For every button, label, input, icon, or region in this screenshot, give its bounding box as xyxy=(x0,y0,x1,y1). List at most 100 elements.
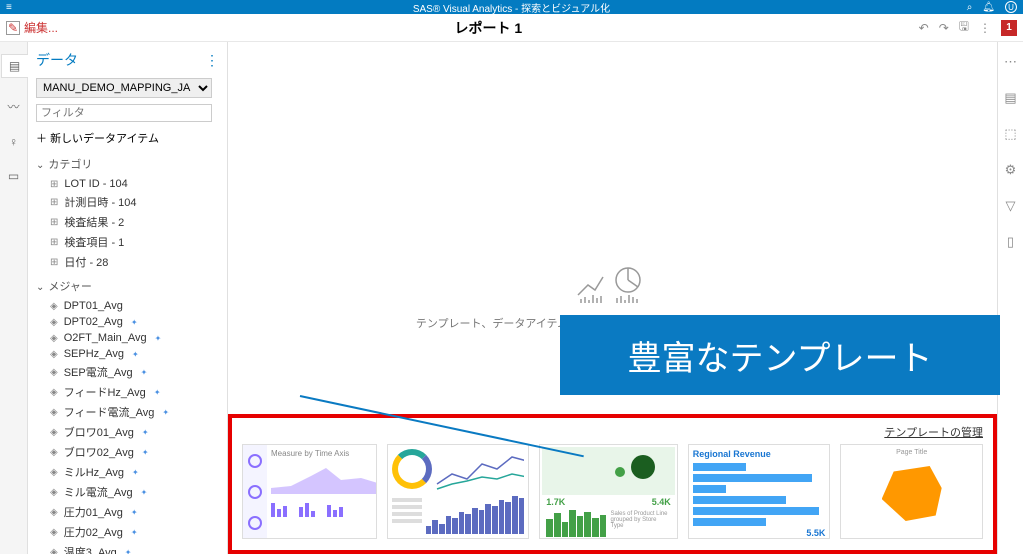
filter-icon[interactable]: ▽ xyxy=(1006,198,1016,214)
measure-icon: ◈ xyxy=(50,333,58,344)
category-item[interactable]: ⊞ 計測日時 - 104 xyxy=(36,192,219,212)
template4-val: 5.5K xyxy=(693,528,826,538)
notification-badge[interactable]: 1 xyxy=(1001,20,1017,36)
measure-item[interactable]: ◈ブロワ02_Avg✦ xyxy=(36,442,219,462)
measure-icon: ◈ xyxy=(50,387,58,398)
ranks-icon[interactable]: ▯ xyxy=(1007,234,1014,250)
template4-title: Regional Revenue xyxy=(693,449,826,459)
save-icon[interactable]: 🖫 xyxy=(959,17,969,38)
data-tab-icon[interactable]: ▤ xyxy=(1,54,28,78)
measure-item[interactable]: ◈ミルHz_Avg✦ xyxy=(36,462,219,482)
category-group-header[interactable]: カテゴリ xyxy=(36,156,219,172)
measure-icon: ◈ xyxy=(50,507,58,518)
actions-icon[interactable]: ⚙ xyxy=(1005,162,1017,178)
options-icon[interactable]: ⋯ xyxy=(1004,54,1017,70)
category-icon: ⊞ xyxy=(50,237,58,248)
measure-icon: ◈ xyxy=(50,317,58,328)
measure-item[interactable]: ◈O2FT_Main_Avg✦ xyxy=(36,330,219,346)
template-card-3[interactable]: 1.7K 5.4K Sales of Product Linegrouped b… xyxy=(539,444,678,539)
drop-placeholder-icon xyxy=(573,265,653,305)
search-icon[interactable]: ⌕ xyxy=(967,2,973,13)
template-carousel: テンプレートの管理 Measure by Time Axis xyxy=(228,414,997,554)
measure-item[interactable]: ◈ 圧力01_Avg ✦ xyxy=(36,502,219,522)
new-data-item[interactable]: ＋ 新しいデータアイテム xyxy=(36,130,219,146)
measure-group-header[interactable]: メジャー xyxy=(36,278,219,294)
template-card-1[interactable]: Measure by Time Axis xyxy=(242,444,377,539)
measure-label: フィードHz_Avg xyxy=(64,384,146,400)
category-icon: ⊞ xyxy=(50,197,58,208)
edit-label: 編集... xyxy=(24,19,58,36)
measure-item[interactable]: ◈ フィードHz_Avg ✦ xyxy=(36,382,219,402)
category-label: 検査結果 - 2 xyxy=(64,214,124,230)
measure-icon: ◈ xyxy=(50,427,58,438)
measure-icon: ◈ xyxy=(50,349,58,360)
app-title: SAS® Visual Analytics - 探索とビジュアル化 xyxy=(413,0,610,15)
manage-templates-link[interactable]: テンプレートの管理 xyxy=(242,424,983,440)
template3-val2: 5.4K xyxy=(652,497,671,507)
template5-title: Page Title xyxy=(845,449,978,456)
properties-icon[interactable]: ▤ xyxy=(1004,90,1016,106)
bell-icon[interactable]: 🔔︎ xyxy=(982,2,995,13)
calc-indicator-icon: ✦ xyxy=(131,508,138,517)
report-title: レポート 1 xyxy=(58,18,919,38)
calc-indicator-icon: ✦ xyxy=(162,408,169,417)
calc-indicator-icon: ✦ xyxy=(141,488,148,497)
idea-tab-icon[interactable]: ♀ xyxy=(9,135,18,149)
undo-icon[interactable]: ↶ xyxy=(919,21,929,35)
measure-label: 温度3_Avg xyxy=(64,544,117,554)
measure-label: SEP電流_Avg xyxy=(64,364,133,380)
measure-icon: ◈ xyxy=(50,487,58,498)
measure-item[interactable]: ◈DPT01_Avg xyxy=(36,298,219,314)
calc-indicator-icon: ✦ xyxy=(125,548,132,554)
new-item-label: 新しいデータアイテム xyxy=(50,133,159,145)
datasource-select[interactable]: MANU_DEMO_MAPPING_JA xyxy=(36,78,212,98)
measure-label: 圧力01_Avg xyxy=(64,504,123,520)
measure-icon: ◈ xyxy=(50,527,58,538)
panel-title: データ xyxy=(36,50,78,70)
measure-label: 圧力02_Avg xyxy=(64,524,123,540)
measure-item[interactable]: ◈ブロワ01_Avg✦ xyxy=(36,422,219,442)
measure-item[interactable]: ◈ミル電流_Avg✦ xyxy=(36,482,219,502)
measure-label: O2FT_Main_Avg xyxy=(64,332,147,344)
user-avatar[interactable]: U xyxy=(1005,1,1017,13)
category-label: 計測日時 - 104 xyxy=(64,194,136,210)
menu-icon[interactable]: ≡ xyxy=(6,2,12,13)
data-panel: データ ⋮ MANU_DEMO_MAPPING_JA ＋ 新しいデータアイテム … xyxy=(28,42,228,554)
filter-input[interactable] xyxy=(36,104,212,122)
calc-indicator-icon: ✦ xyxy=(154,388,161,397)
category-label: 日付 - 28 xyxy=(64,254,108,270)
category-item[interactable]: ⊞ 検査結果 - 2 xyxy=(36,212,219,232)
measure-item[interactable]: ◈圧力02_Avg✦ xyxy=(36,522,219,542)
measure-item[interactable]: ◈SEP電流_Avg✦ xyxy=(36,362,219,382)
category-icon: ⊞ xyxy=(50,217,58,228)
annotation-callout: 豊富なテンプレート xyxy=(560,315,1000,395)
canvas[interactable]: テンプレート、データアイテム、またはオブジェクトをここにドラッグします。 テンプ… xyxy=(228,42,997,554)
outline-tab-icon[interactable]: ▭ xyxy=(8,169,19,183)
measure-item[interactable]: ◈SEPHz_Avg✦ xyxy=(36,346,219,362)
measure-label: SEPHz_Avg xyxy=(64,348,124,360)
right-rail: ⋯ ▤ ⬚ ⚙ ▽ ▯ xyxy=(997,42,1023,554)
edit-button[interactable]: ✎ 編集... xyxy=(6,19,58,36)
panel-more-icon[interactable]: ⋮ xyxy=(205,52,219,69)
more-icon[interactable]: ⋮ xyxy=(979,21,991,35)
template-card-4[interactable]: Regional Revenue 5.5K xyxy=(688,444,831,539)
measure-item[interactable]: ◈DPT02_Avg✦ xyxy=(36,314,219,330)
redo-icon[interactable]: ↷ xyxy=(939,21,949,35)
roles-icon[interactable]: ⬚ xyxy=(1004,126,1016,142)
category-item[interactable]: ⊞日付 - 28 xyxy=(36,252,219,272)
chart-tab-icon[interactable]: 〰 xyxy=(7,98,19,115)
category-item[interactable]: ⊞検査項目 - 1 xyxy=(36,232,219,252)
app-header: ≡ SAS® Visual Analytics - 探索とビジュアル化 ⌕ 🔔︎… xyxy=(0,0,1023,14)
measure-item[interactable]: ◈フィード電流_Avg✦ xyxy=(36,402,219,422)
template-card-2[interactable] xyxy=(387,444,530,539)
left-rail: ▤ 〰 ♀ ▭ xyxy=(0,42,28,554)
template1-title: Measure by Time Axis xyxy=(271,449,372,458)
template-card-5[interactable]: Page Title xyxy=(840,444,983,539)
category-icon: ⊞ xyxy=(50,179,58,190)
measure-icon: ◈ xyxy=(50,447,58,458)
category-item[interactable]: ⊞LOT ID - 104 xyxy=(36,176,219,192)
calc-indicator-icon: ✦ xyxy=(141,368,148,377)
measure-label: フィード電流_Avg xyxy=(64,404,155,420)
measure-item[interactable]: ◈温度3_Avg✦ xyxy=(36,542,219,554)
calc-indicator-icon: ✦ xyxy=(132,468,139,477)
